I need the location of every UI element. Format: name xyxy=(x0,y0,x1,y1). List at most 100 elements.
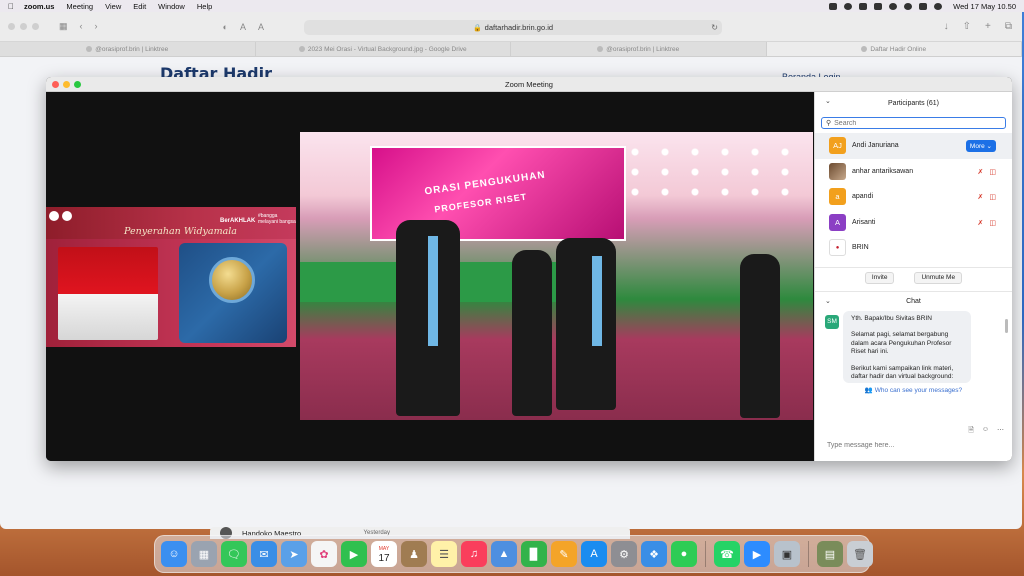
fullscreen-icon[interactable] xyxy=(74,81,81,88)
text-size-small-icon[interactable]: A xyxy=(240,22,246,32)
text-size-large-icon[interactable]: A xyxy=(258,22,264,32)
chat-scrollbar[interactable] xyxy=(1005,318,1008,333)
page-favicon-icon xyxy=(861,46,868,52)
safari-tab-active[interactable]: Daftar Hadir Online xyxy=(766,42,1022,56)
share-icon[interactable]: ⇧ xyxy=(963,21,971,32)
calendar-icon[interactable]: MAY 17 xyxy=(371,541,397,567)
participant-row[interactable]: ● BRIN xyxy=(815,235,1012,261)
zoom-icon[interactable] xyxy=(32,23,39,30)
linktree-favicon-icon xyxy=(86,46,93,52)
dock-separator xyxy=(705,541,706,567)
zoom-status-icon[interactable] xyxy=(829,2,838,10)
privacy-shield-icon[interactable]: ◐ xyxy=(223,22,228,32)
participant-avatar: a xyxy=(829,188,846,206)
menu-help[interactable]: Help xyxy=(197,2,212,11)
mail-icon[interactable]: ✉ xyxy=(251,541,277,567)
banner-header: Penyerahan Widyamala BerAKHLAK #bangga m… xyxy=(46,207,296,239)
sidebar-icon[interactable]: ▦ xyxy=(59,21,68,32)
bluetooth-icon[interactable] xyxy=(844,2,853,10)
notes-icon[interactable]: ☰ xyxy=(431,541,457,567)
facetime-icon[interactable]: ▶ xyxy=(341,541,367,567)
reload-icon[interactable]: ↻ xyxy=(711,23,718,32)
tab-overview-icon[interactable]: ⧉ xyxy=(1005,21,1012,32)
message-bubble[interactable]: Yth. Bapak/Ibu Sivitas BRIN Selamat pagi… xyxy=(843,310,971,383)
siri-icon[interactable] xyxy=(934,2,943,10)
forward-icon[interactable]: › xyxy=(95,21,98,32)
participant-search[interactable]: ⚲ xyxy=(821,117,1006,129)
minimize-icon[interactable] xyxy=(20,23,27,30)
pages-icon[interactable]: ✎ xyxy=(551,541,577,567)
who-can-see-link[interactable]: 👥 Who can see your messages? xyxy=(815,386,1012,394)
safari-tab[interactable]: 2023 Mei Orasi - Virtual Background.jpg … xyxy=(256,42,511,56)
zoom-title-bar: Zoom Meeting xyxy=(46,77,1012,92)
participant-row[interactable]: anhar antariksawan ✗ ◫ xyxy=(815,159,1012,185)
more-button[interactable]: More ⌄ xyxy=(965,140,996,152)
banner-title: Penyerahan Widyamala xyxy=(124,226,237,237)
keyboard-icon[interactable] xyxy=(859,2,868,10)
participant-row[interactable]: AJ Andi Januriana More ⌄ xyxy=(815,133,1012,159)
address-bar[interactable]: 🔒 daftarhadir.brin.go.id ↻ xyxy=(304,20,722,35)
backdrop-text-line1: ORASI PENGUKUHAN xyxy=(423,169,547,198)
wifi-icon[interactable] xyxy=(889,2,898,10)
spotlight-search-icon[interactable] xyxy=(904,2,913,10)
menu-app-name[interactable]: zoom.us xyxy=(24,2,54,11)
finder-icon[interactable]: ☺ xyxy=(161,541,187,567)
download-icon[interactable]: ↓ xyxy=(944,21,949,32)
close-icon[interactable] xyxy=(8,23,15,30)
file-icon[interactable]: 🗎 xyxy=(968,426,974,437)
unmute-me-button[interactable]: Unmute Me xyxy=(914,271,963,284)
drive-favicon-icon xyxy=(298,46,305,52)
participant-list: AJ Andi Januriana More ⌄ anhar antariksa… xyxy=(815,133,1012,261)
trash-icon[interactable]: 🗑 xyxy=(847,541,873,567)
whatsapp-icon[interactable]: ☎ xyxy=(714,541,740,567)
safari-icon[interactable]: ❖ xyxy=(641,541,667,567)
menu-window[interactable]: Window xyxy=(158,2,185,11)
participant-status: ✗ ◫ xyxy=(978,168,997,176)
chevron-down-icon[interactable]: ⌄ xyxy=(825,97,831,105)
more-options-icon[interactable]: ⋯ xyxy=(997,426,1004,437)
emoji-icon[interactable]: ☺ xyxy=(982,426,989,437)
close-icon[interactable] xyxy=(52,81,59,88)
message-welcome: Selamat pagi, selamat bergabung dalam ac… xyxy=(851,331,952,355)
shared-screen-thumbnail[interactable]: Penyerahan Widyamala BerAKHLAK #bangga m… xyxy=(46,207,296,347)
battery-icon[interactable] xyxy=(874,2,883,10)
control-center-icon[interactable] xyxy=(919,2,928,10)
mic-muted-icon: ✗ xyxy=(977,168,984,176)
app-store-icon[interactable]: A xyxy=(581,541,607,567)
new-tab-icon[interactable]: + xyxy=(985,21,991,32)
music-icon[interactable]: ♫ xyxy=(461,541,487,567)
chat-app-icon[interactable]: ● xyxy=(671,541,697,567)
launchpad-icon[interactable]: ▦ xyxy=(191,541,217,567)
search-input[interactable] xyxy=(834,119,985,127)
apple-menu-icon[interactable]:  xyxy=(8,2,14,11)
zoom-app-icon[interactable]: ▶ xyxy=(744,541,770,567)
system-settings-icon[interactable]: ⚙ xyxy=(611,541,637,567)
chat-message-input[interactable] xyxy=(827,442,997,449)
video-off-icon: ◫ xyxy=(989,194,996,201)
speaker-video[interactable]: ORASI PENGUKUHAN PROFESOR RISET xyxy=(300,132,813,420)
contacts-icon[interactable]: ♟ xyxy=(401,541,427,567)
numbers-icon[interactable]: ▉ xyxy=(521,541,547,567)
participant-row[interactable]: a apandi ✗ ◫ xyxy=(815,184,1012,210)
keynote-icon[interactable]: ▲ xyxy=(491,541,517,567)
invite-button[interactable]: Invite xyxy=(864,271,895,284)
photos-icon[interactable]: ✿ xyxy=(311,541,337,567)
indonesia-flag-image xyxy=(58,247,158,340)
menu-edit[interactable]: Edit xyxy=(133,2,146,11)
participant-row[interactable]: A Arisanti ✗ ◫ xyxy=(815,210,1012,236)
banner-body xyxy=(46,239,296,347)
messages-icon[interactable]: 🗨 xyxy=(221,541,247,567)
safari-tab[interactable]: @orasiprof.brin | Linktree xyxy=(0,42,256,56)
participant-name: apandi xyxy=(852,193,874,201)
menubar-clock[interactable]: Wed 17 May 10.50 xyxy=(953,2,1016,11)
chevron-down-icon[interactable]: ⌄ xyxy=(825,297,831,305)
back-icon[interactable]: ‹ xyxy=(80,21,83,32)
downloads-folder-icon[interactable]: ▤ xyxy=(817,541,843,567)
participants-header: ⌄ Participants (61) xyxy=(815,92,1012,114)
menu-view[interactable]: View xyxy=(105,2,121,11)
preview-icon[interactable]: ▣ xyxy=(774,541,800,567)
menu-meeting[interactable]: Meeting xyxy=(66,2,93,11)
safari-tab[interactable]: @orasiprof.brin | Linktree xyxy=(511,42,767,56)
minimize-icon[interactable] xyxy=(63,81,70,88)
maps-icon[interactable]: ➤ xyxy=(281,541,307,567)
